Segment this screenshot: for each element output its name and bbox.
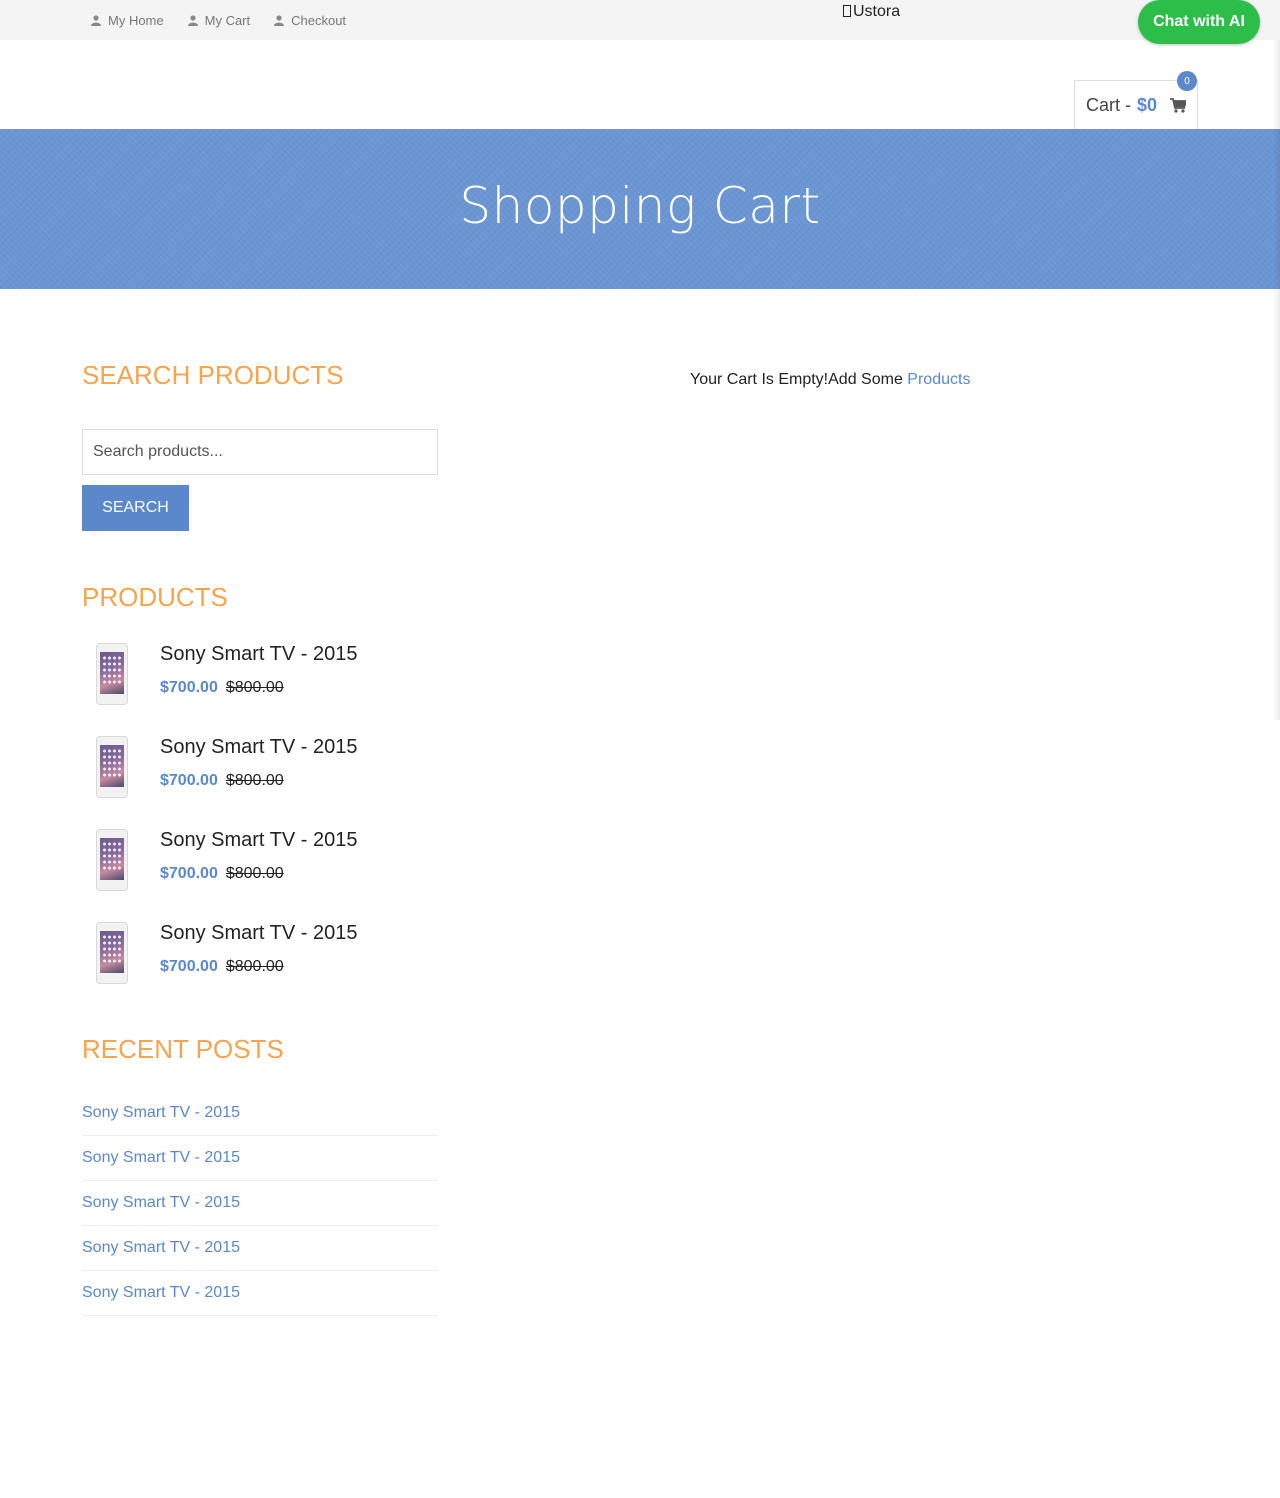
product-name[interactable]: Sony Smart TV - 2015 [160,736,358,759]
nav-my-home[interactable]: My Home [91,13,164,28]
product-name[interactable]: Sony Smart TV - 2015 [160,922,358,945]
product-price: $700.00 $800.00 [160,772,284,790]
nav-label: My Home [108,12,164,28]
top-nav: My Home My Cart Checkout [91,0,370,40]
recent-post-link[interactable]: Sony Smart TV - 2015 [82,1284,240,1302]
product-name[interactable]: Sony Smart TV - 2015 [160,643,358,666]
search-button[interactable]: SEARCH [82,485,189,531]
products-link[interactable]: Products [907,371,970,388]
brand-glyph-icon [843,5,851,17]
list-item: Sony Smart TV - 2015 [82,1091,438,1136]
search-products-title: SEARCH PRODUCTS [82,360,344,390]
page-banner: Shopping Cart [0,129,1280,289]
product-sale-price: $700.00 [160,958,218,975]
nav-label: Checkout [291,12,347,28]
recent-post-link[interactable]: Sony Smart TV - 2015 [82,1104,240,1122]
products-title: PRODUCTS [82,582,228,612]
brand-label: Ustora [853,3,901,20]
empty-cart-text: Your Cart Is Empty!Add Some [690,371,903,388]
chat-with-ai-button[interactable]: Chat with AI [1138,0,1260,44]
product-item[interactable]: Sony Smart TV - 2015 $700.00 $800.00 [82,643,438,723]
recent-posts-list: Sony Smart TV - 2015 Sony Smart TV - 201… [82,1091,438,1316]
shopping-cart-icon [1170,97,1187,113]
scroll-edge-shadow [1273,40,1280,720]
list-item: Sony Smart TV - 2015 [82,1226,438,1271]
product-item[interactable]: Sony Smart TV - 2015 $700.00 $800.00 [82,922,438,1002]
product-old-price: $800.00 [225,958,284,975]
list-item: Sony Smart TV - 2015 [82,1136,438,1181]
recent-posts-title: RECENT POSTS [82,1034,284,1064]
product-item[interactable]: Sony Smart TV - 2015 $700.00 $800.00 [82,736,438,816]
product-thumbnail[interactable] [96,643,128,705]
recent-post-link[interactable]: Sony Smart TV - 2015 [82,1194,240,1212]
sidebar: SEARCH PRODUCTS SEARCH PRODUCTS Sony Sma… [82,360,438,1316]
nav-my-cart[interactable]: My Cart [187,12,251,28]
brand-name: Ustora [843,3,900,21]
search-input[interactable] [82,429,438,475]
product-thumbnail[interactable] [96,829,128,891]
recent-post-link[interactable]: Sony Smart TV - 2015 [82,1239,240,1257]
cart-count-badge: 0 [1177,71,1197,91]
page-title: Shopping Cart [459,177,821,235]
list-item: Sony Smart TV - 2015 [82,1271,438,1316]
product-price: $700.00 $800.00 [160,679,284,697]
product-old-price: $800.00 [225,772,284,789]
product-thumbnail[interactable] [96,922,128,984]
nav-label: My Cart [204,12,251,28]
product-old-price: $800.00 [225,865,284,882]
product-name[interactable]: Sony Smart TV - 2015 [160,829,358,852]
product-sale-price: $700.00 [160,772,218,789]
recent-post-link[interactable]: Sony Smart TV - 2015 [82,1149,240,1167]
cart-label: Cart - [1086,94,1131,115]
product-sale-price: $700.00 [160,679,218,696]
product-item[interactable]: Sony Smart TV - 2015 $700.00 $800.00 [82,829,438,909]
user-icon [91,14,101,26]
nav-checkout[interactable]: Checkout [274,13,346,28]
product-sale-price: $700.00 [160,865,218,882]
product-price: $700.00 $800.00 [160,865,284,883]
product-thumbnail[interactable] [96,736,128,798]
product-old-price: $800.00 [225,679,284,696]
top-bar: My Home My Cart Checkout Ustora [0,0,1280,40]
user-icon [187,14,198,26]
empty-cart-message: Your Cart Is Empty!Add Some Products [690,371,970,389]
user-icon [274,14,285,26]
product-price: $700.00 $800.00 [160,958,284,976]
list-item: Sony Smart TV - 2015 [82,1181,438,1226]
cart-amount: $0 [1137,94,1158,115]
